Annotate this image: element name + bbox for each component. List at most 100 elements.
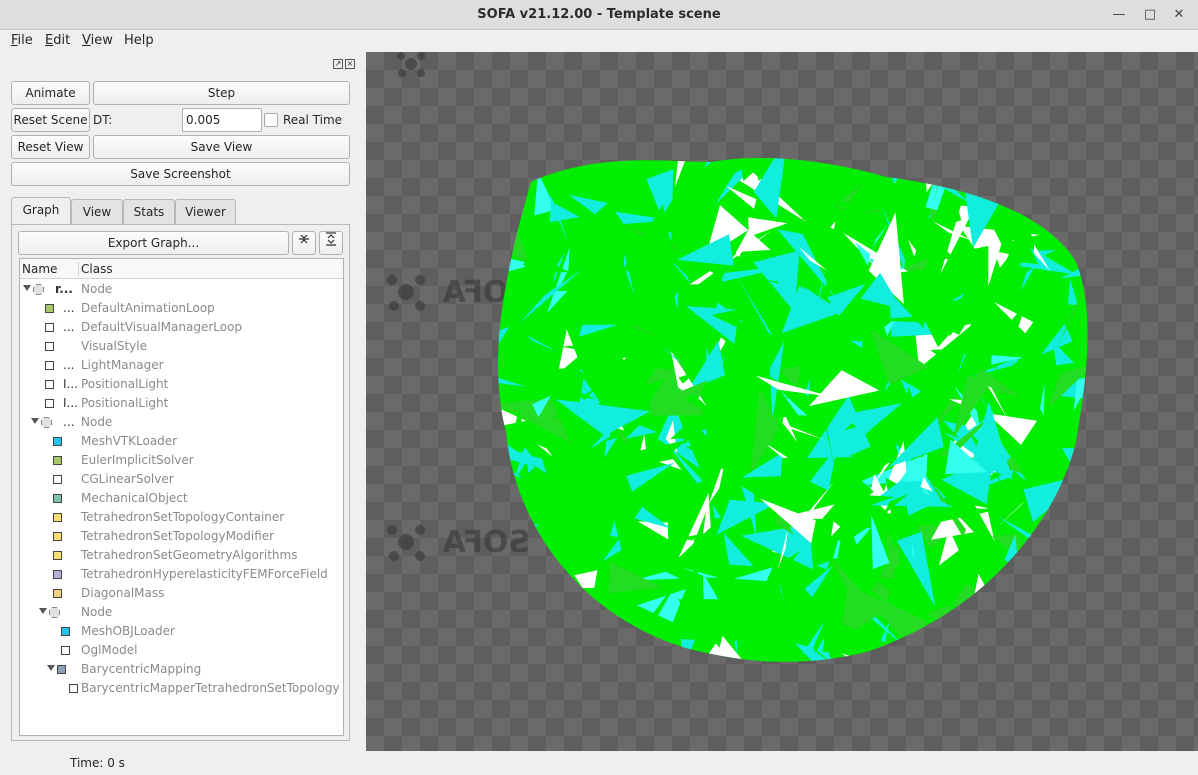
mesh-shard [964,604,991,622]
mesh-shard [1034,540,1048,597]
minimize-icon[interactable]: — [1108,5,1130,25]
column-name[interactable]: Name [22,262,57,276]
mesh-shard [498,610,516,648]
tree-row[interactable]: I... PositionalLight [20,394,343,413]
tree-row[interactable]: CGLinearSolver [20,470,343,489]
real-time-checkbox[interactable] [264,113,278,127]
tree-row[interactable]: MeshVTKLoader [20,432,343,451]
tab-stats[interactable]: Stats [123,199,175,225]
tree-row[interactable]: TetrahedronHyperelasticityFEMForceField [20,565,343,584]
menu-file[interactable]: File [11,33,33,48]
tree-row[interactable]: TetrahedronSetTopologyContainer [20,508,343,527]
mesh-shard [634,643,702,662]
tree-row[interactable]: VisualStyle [20,337,343,356]
tree-row[interactable]: TetrahedronSetGeometryAlgorithms [20,546,343,565]
tab-graph[interactable]: Graph [11,197,71,225]
mesh-shard [479,612,487,675]
row-class: DiagonalMass [81,586,165,600]
expand-arrow-icon[interactable] [47,665,55,671]
component-icon [53,551,62,560]
row-class: MeshVTKLoader [81,434,178,448]
tree-row[interactable]: r... Node [20,280,343,299]
maximize-icon[interactable]: □ [1139,5,1161,25]
mesh-shard [498,157,533,184]
component-icon [45,399,54,408]
mesh-shard [618,613,622,652]
mesh-shard [528,620,550,662]
mesh-shard [1030,161,1088,190]
tree-row[interactable]: EulerImplicitSolver [20,451,343,470]
mesh-shard [1021,617,1053,638]
export-graph-button[interactable]: Export Graph... [18,231,289,255]
dt-input[interactable]: 0.005 [182,108,262,132]
row-name: I... [63,396,78,410]
menu-help[interactable]: Help [124,33,154,48]
mesh-shard [1065,193,1071,202]
expand-icon [326,232,336,246]
mesh-shard [994,191,1007,205]
tree-row[interactable]: DiagonalMass [20,584,343,603]
tree-row[interactable]: OglModel [20,641,343,660]
3d-viewport[interactable]: SOFA SOFA [366,52,1198,751]
column-class[interactable]: Class [78,262,113,276]
tab-view[interactable]: View [71,199,123,225]
component-icon [45,380,54,389]
close-icon[interactable]: ✕ [1168,5,1190,25]
tree-row[interactable]: ... DefaultVisualManagerLoop [20,318,343,337]
tree-row[interactable]: I... PositionalLight [20,375,343,394]
row-class: MechanicalObject [81,491,188,505]
row-class: TetrahedronSetTopologyModifier [81,529,275,543]
tree-row[interactable]: MeshOBJLoader [20,622,343,641]
node-icon [49,607,60,618]
mesh-shard [580,674,610,697]
scene-graph-tree[interactable]: Name Class r... Node... DefaultAnimationLo… [19,258,344,736]
mesh-shard [514,603,525,609]
float-icon[interactable]: ↗ [333,59,343,69]
mesh-shard [955,675,987,679]
reset-view-button[interactable]: Reset View [11,135,90,159]
mesh-shard [799,661,824,662]
tree-row[interactable]: ... LightManager [20,356,343,375]
mesh-shard [859,127,897,154]
tree-row[interactable]: BarycentricMapperTetrahedronSetTopology [20,679,343,698]
mesh-shard [1020,537,1066,577]
expand-arrow-icon[interactable] [23,285,31,291]
tree-row[interactable]: TetrahedronSetTopologyModifier [20,527,343,546]
tree-row[interactable]: ... DefaultAnimationLoop [20,299,343,318]
component-icon [53,513,62,522]
mesh-shard [841,653,870,662]
collapse-all-button[interactable] [292,231,316,255]
reset-scene-button[interactable]: Reset Scene [11,108,90,132]
mesh-shard [588,632,632,662]
menu-view[interactable]: View [82,33,113,48]
component-icon [45,304,54,313]
tree-row[interactable]: Node [20,603,343,622]
collapse-icon [299,234,309,244]
component-icon [45,342,54,351]
menu-edit[interactable]: Edit [45,33,70,48]
mesh-shard [499,568,546,619]
tab-viewer[interactable]: Viewer [175,199,236,225]
save-screenshot-button[interactable]: Save Screenshot [11,162,350,186]
dock-close-icon[interactable]: × [345,59,355,69]
real-time-label: Real Time [283,113,343,127]
mesh-shard [537,587,605,611]
expand-all-button[interactable] [319,231,343,255]
expand-arrow-icon[interactable] [39,608,47,614]
mesh-shard [681,639,696,662]
component-icon [53,532,62,541]
row-class: TetrahedronHyperelasticityFEMForceField [81,567,328,581]
component-icon [53,589,62,598]
row-name: ... [63,301,75,315]
expand-arrow-icon[interactable] [31,418,39,424]
row-class: CGLinearSolver [81,472,174,486]
mesh-shard [498,230,514,244]
save-view-button[interactable]: Save View [93,135,350,159]
animate-button[interactable]: Animate [11,81,90,105]
tree-row[interactable]: BarycentricMapping [20,660,343,679]
tree-row[interactable]: MechanicalObject [20,489,343,508]
step-button[interactable]: Step [93,81,350,105]
tree-row[interactable]: ... Node [20,413,343,432]
component-icon [61,646,70,655]
mesh-shard [1033,604,1088,636]
